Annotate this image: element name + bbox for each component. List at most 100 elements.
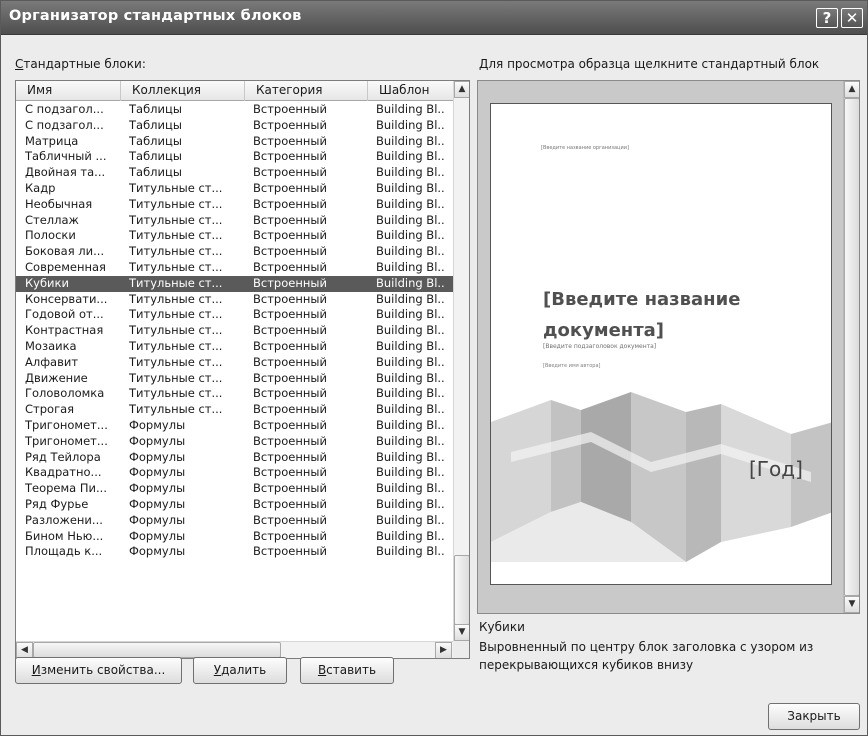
column-header-collection[interactable]: Коллекция <box>121 81 245 101</box>
row-category-cell: Встроенный <box>253 291 327 306</box>
row-template-cell: Building Bl.. <box>376 102 445 116</box>
list-vertical-scrollbar[interactable]: ▲ ▼ <box>453 81 469 641</box>
delete-button[interactable]: Удалить <box>193 657 287 684</box>
building-blocks-label: Стандартные блоки: <box>15 57 146 71</box>
table-row[interactable]: Головоломка Титульные ст... Встроенный Buil… <box>16 386 453 402</box>
table-row[interactable]: Теорема Пи... Формулы Встроенный Building B… <box>16 481 453 497</box>
table-row[interactable]: Строгая Титульные ст... Встроенный Building… <box>16 402 453 418</box>
table-row[interactable]: Площадь к... Формулы Встроенный Building Bl… <box>16 544 453 560</box>
close-window-button[interactable]: ✕ <box>841 8 863 28</box>
row-collection-cell: Титульные ст... <box>129 275 223 290</box>
table-row[interactable]: Кадр Титульные ст... Встроенный Building Bl… <box>16 181 453 197</box>
selected-block-name: Кубики <box>479 620 525 634</box>
row-template-cell: Building Bl.. <box>376 133 445 148</box>
table-row[interactable]: Тригономет... Формулы Встроенный Building B… <box>16 434 453 450</box>
row-template-cell: Building Bl.. <box>376 386 445 401</box>
table-row[interactable]: Бином Нью... Формулы Встроенный Building Bl… <box>16 529 453 545</box>
row-category-cell: Встроенный <box>253 528 327 543</box>
row-name-cell: Бином Нью... <box>25 528 104 543</box>
row-template-cell: Building Bl.. <box>376 165 445 180</box>
table-row[interactable]: С подзагол... Таблицы Встроенный Building B… <box>16 118 453 134</box>
table-row[interactable]: Современная Титульные ст... Встроенный Buil… <box>16 260 453 276</box>
column-header-name[interactable]: Имя <box>16 81 121 101</box>
row-template-cell: Building Bl.. <box>376 544 445 559</box>
row-template-cell: Building Bl.. <box>376 481 445 496</box>
row-category-cell: Встроенный <box>253 417 327 432</box>
table-row[interactable]: Годовой от... Титульные ст... Встроенный Bu… <box>16 307 453 323</box>
insert-button[interactable]: Вставить <box>300 657 394 684</box>
table-row[interactable]: Полоски Титульные ст... Встроенный Building… <box>16 228 453 244</box>
table-row[interactable]: Матрица Таблицы Встроенный Building Bl.. <box>16 134 453 150</box>
help-button[interactable]: ? <box>816 8 838 28</box>
row-template-cell: Building Bl.. <box>376 275 445 290</box>
row-template-cell: Building Bl.. <box>376 433 445 448</box>
table-row[interactable]: С подзагол... Таблицы Встроенный Building B… <box>16 102 453 118</box>
scroll-right-button[interactable]: ▶ <box>435 642 452 658</box>
row-collection-cell: Формулы <box>129 528 186 543</box>
row-template-cell: Building Bl.. <box>376 244 445 259</box>
scroll-down-button[interactable]: ▼ <box>454 624 469 641</box>
table-row[interactable]: Кубики Титульные ст... Встроенный Building … <box>16 275 453 292</box>
row-collection-cell: Титульные ст... <box>129 291 223 306</box>
table-row[interactable]: Ряд Тейлора Формулы Встроенный Building Bl.… <box>16 450 453 466</box>
preview-scroll-up-button[interactable]: ▲ <box>844 81 859 98</box>
column-header-category[interactable]: Категория <box>245 81 368 101</box>
down-arrow-icon: ▼ <box>848 599 856 609</box>
row-collection-cell: Титульные ст... <box>129 212 223 227</box>
building-blocks-list[interactable]: Имя Коллекция Категория Шаблон С подзаго… <box>15 80 470 659</box>
row-name-cell: Контрастная <box>25 323 104 338</box>
row-template-cell: Building Bl.. <box>376 528 445 543</box>
table-row[interactable]: Табличный ... Таблицы Встроенный Building B… <box>16 149 453 165</box>
list-header: Имя Коллекция Категория Шаблон <box>16 81 453 101</box>
edit-properties-button[interactable]: Изменить свойства... <box>15 657 182 684</box>
table-row[interactable]: Консервати... Титульные ст... Встроенный Bu… <box>16 292 453 308</box>
table-row[interactable]: Стеллаж Титульные ст... Встроенный Building… <box>16 213 453 229</box>
horizontal-scroll-thumb[interactable] <box>33 642 281 658</box>
column-header-template[interactable]: Шаблон <box>368 81 453 101</box>
row-collection-cell: Формулы <box>129 544 186 559</box>
row-name-cell: Тригономет... <box>25 433 108 448</box>
scrollbar-corner <box>453 641 469 658</box>
row-name-cell: Тригономет... <box>25 417 108 432</box>
table-row[interactable]: Тригономет... Формулы Встроенный Building B… <box>16 418 453 434</box>
close-button[interactable]: Закрыть <box>768 703 860 730</box>
table-row[interactable]: Разложени... Формулы Встроенный Building Bl… <box>16 513 453 529</box>
table-row[interactable]: Двойная та... Таблицы Встроенный Building B… <box>16 165 453 181</box>
table-row[interactable]: Контрастная Титульные ст... Встроенный Buil… <box>16 323 453 339</box>
table-row[interactable]: Движение Титульные ст... Встроенный Buildin… <box>16 371 453 387</box>
table-row[interactable]: Ряд Фурье Формулы Встроенный Building Bl.. <box>16 497 453 513</box>
row-template-cell: Building Bl.. <box>376 449 445 464</box>
row-collection-cell: Формулы <box>129 433 186 448</box>
preview-year-placeholder: [Год] <box>749 457 803 481</box>
preview-scroll-thumb[interactable] <box>844 98 859 596</box>
table-row[interactable]: Алфавит Титульные ст... Встроенный Building… <box>16 355 453 371</box>
selected-block-description: Выровненный по центру блок заголовка с у… <box>479 640 814 672</box>
row-collection-cell: Титульные ст... <box>129 196 223 211</box>
row-collection-cell: Формулы <box>129 512 186 527</box>
scroll-up-button[interactable]: ▲ <box>454 81 469 98</box>
vertical-scroll-thumb[interactable] <box>454 555 469 625</box>
table-row[interactable]: Необычная Титульные ст... Встроенный Buildi… <box>16 197 453 213</box>
row-name-cell: Ряд Фурье <box>25 496 89 511</box>
row-name-cell: С подзагол... <box>25 117 104 132</box>
row-collection-cell: Титульные ст... <box>129 180 223 195</box>
row-collection-cell: Таблицы <box>129 149 182 164</box>
preview-author-placeholder: [Введите имя автора] <box>543 363 601 369</box>
row-collection-cell: Титульные ст... <box>129 323 223 338</box>
building-blocks-organizer-window: Организатор стандартных блоков ? ✕ Станд… <box>0 0 868 736</box>
row-collection-cell: Формулы <box>129 481 186 496</box>
row-category-cell: Встроенный <box>253 370 327 385</box>
row-template-cell: Building Bl.. <box>376 512 445 527</box>
row-name-cell: Строгая <box>25 402 75 417</box>
list-horizontal-scrollbar[interactable]: ◀ ▶ <box>16 641 453 658</box>
preview-scroll-down-button[interactable]: ▼ <box>844 596 859 613</box>
table-row[interactable]: Мозаика Титульные ст... Встроенный Building… <box>16 339 453 355</box>
table-row[interactable]: Квадратно... Формулы Встроенный Building Bl… <box>16 465 453 481</box>
row-name-cell: Табличный ... <box>25 149 107 164</box>
row-category-cell: Встроенный <box>253 449 327 464</box>
row-template-cell: Building Bl.. <box>376 338 445 353</box>
preview-vertical-scrollbar[interactable]: ▲ ▼ <box>843 81 859 613</box>
preview-label: Для просмотра образца щелкните стандартн… <box>479 57 820 71</box>
table-row[interactable]: Боковая ли... Титульные ст... Встроенный Bu… <box>16 244 453 260</box>
row-name-cell: Двойная та... <box>25 165 106 180</box>
